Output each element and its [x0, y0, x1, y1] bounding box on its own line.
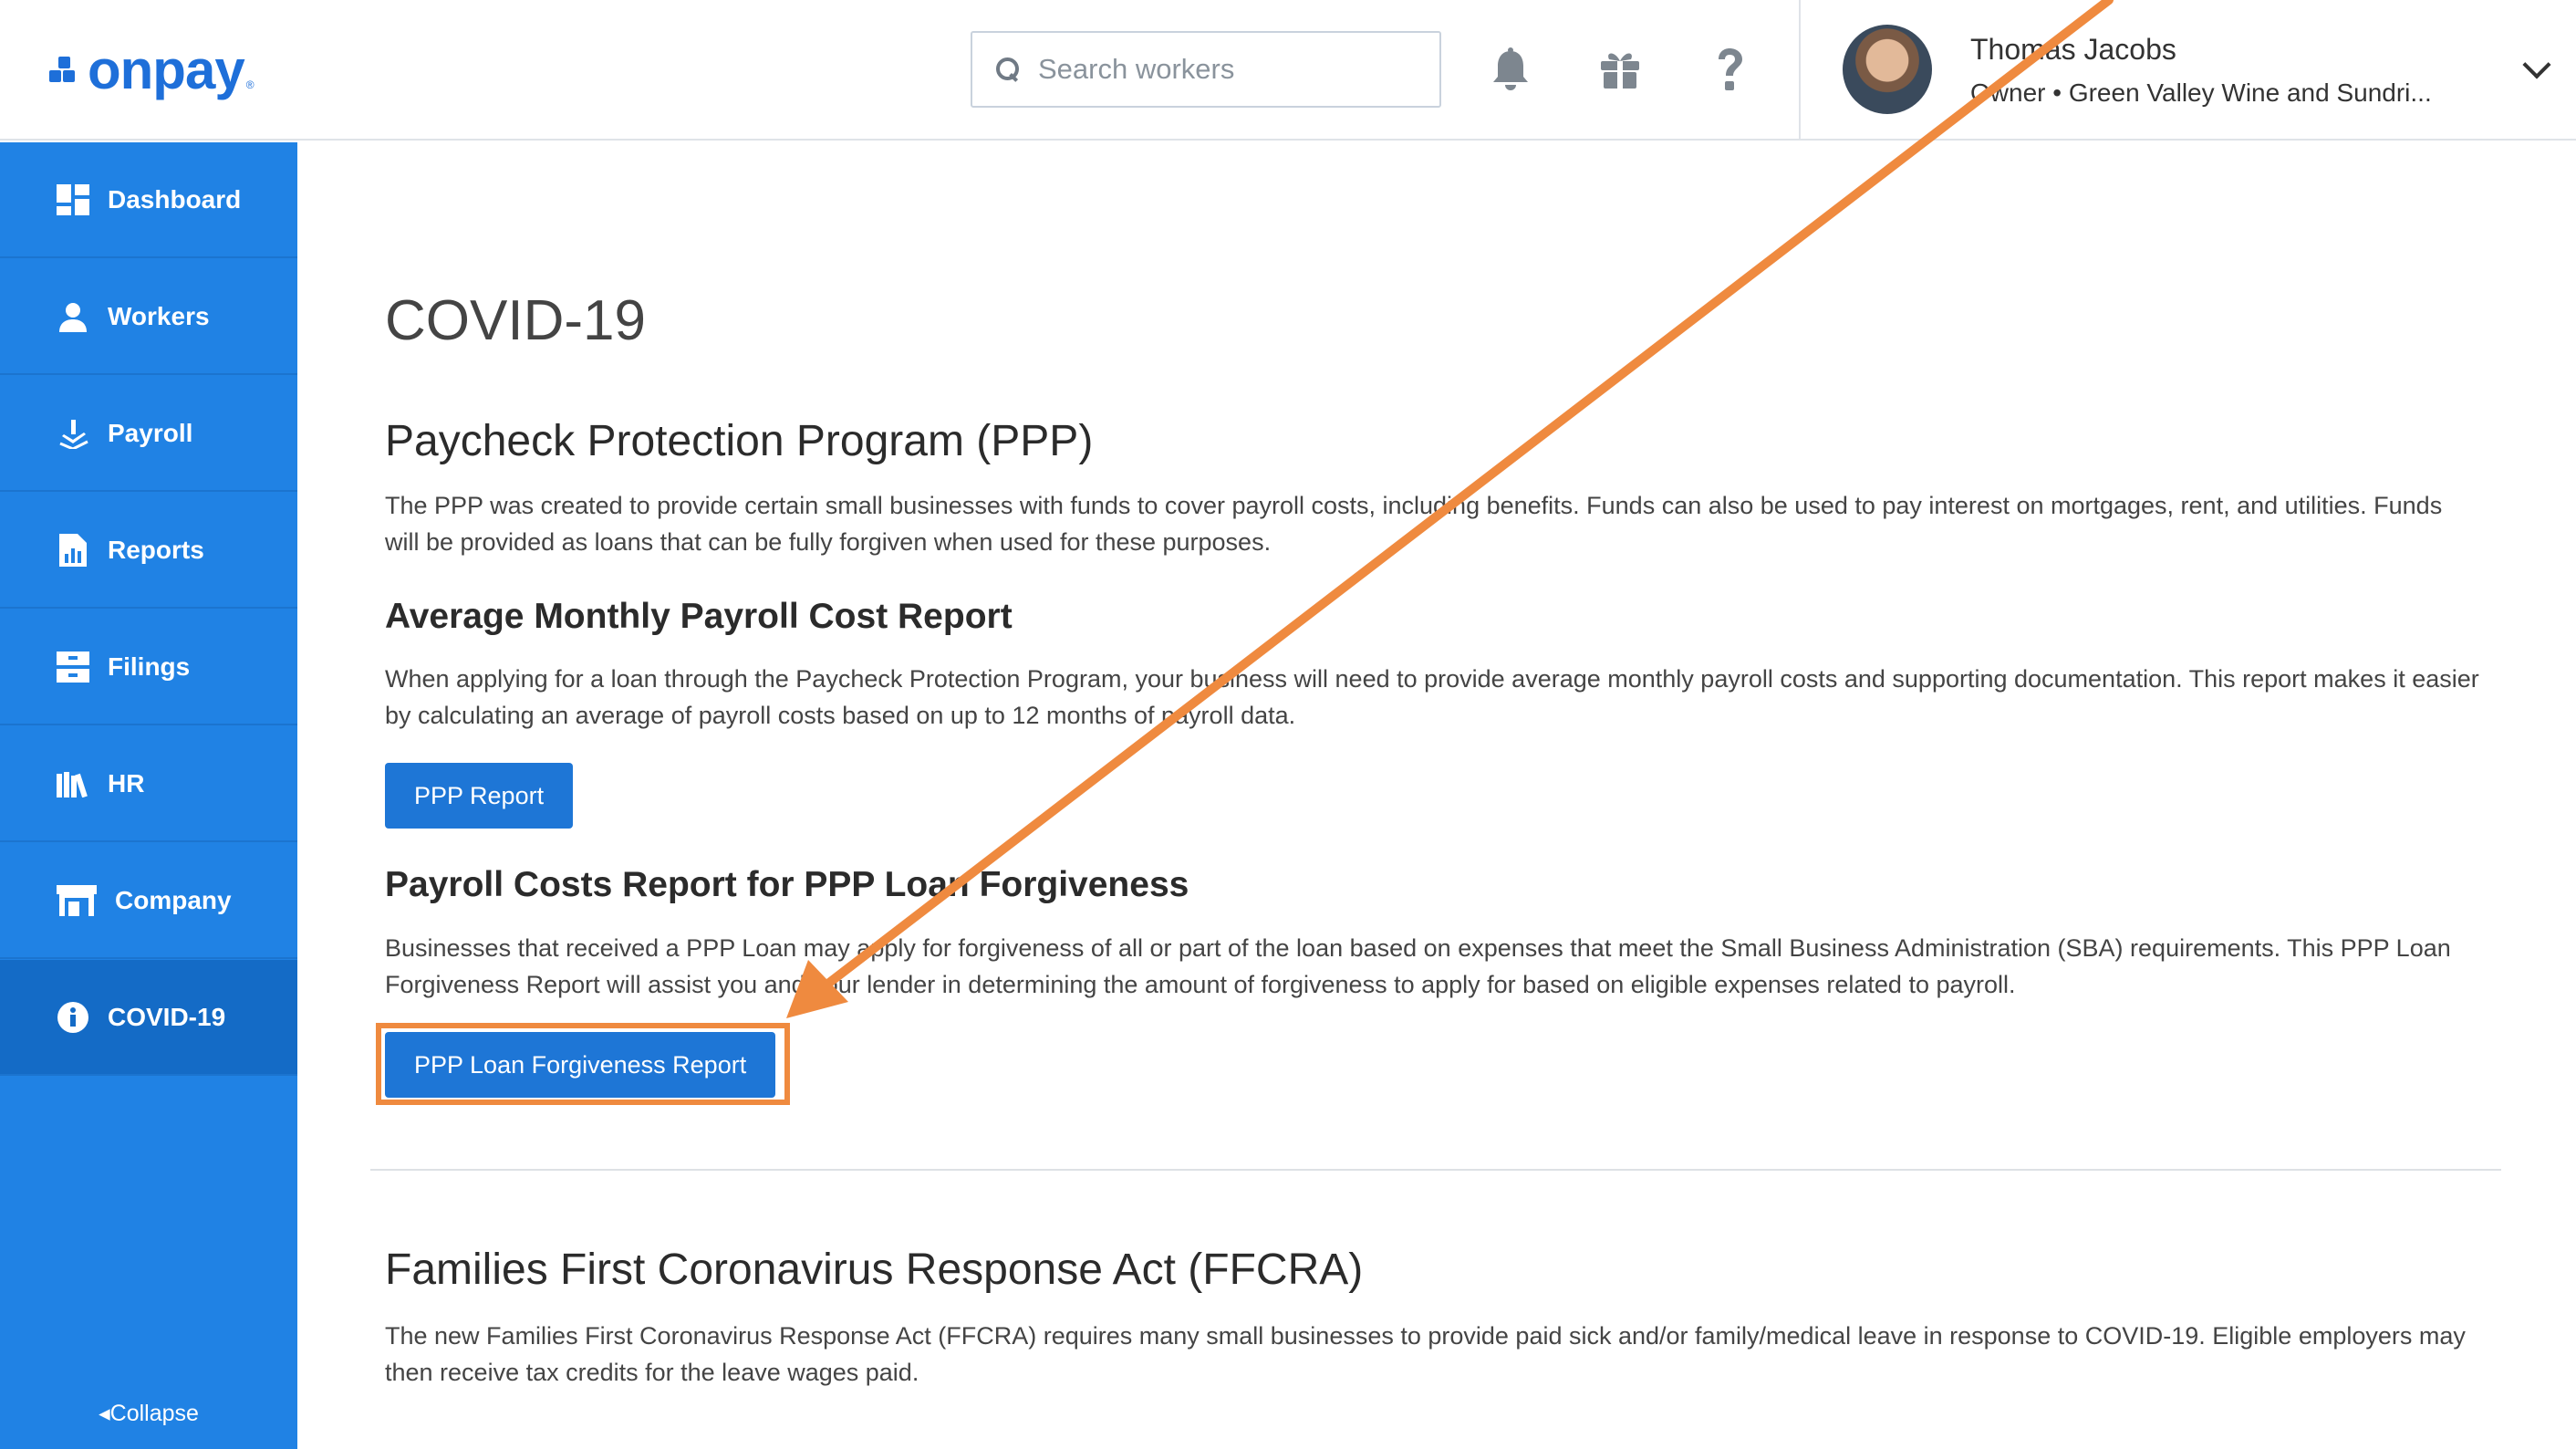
- onpay-logo[interactable]: onpay ®: [49, 36, 254, 102]
- search-box[interactable]: [971, 31, 1441, 108]
- ffcra-description: The new Families First Coronavirus Respo…: [385, 1322, 2466, 1386]
- sidebar-item-label: HR: [108, 768, 145, 797]
- section-divider: [370, 1169, 2501, 1171]
- sidebar-item-label: Workers: [108, 301, 210, 330]
- sidebar-item-label: Reports: [108, 535, 204, 564]
- sidebar-item-workers[interactable]: Workers: [0, 259, 297, 375]
- sidebar-item-hr[interactable]: HR: [0, 726, 297, 842]
- search-input[interactable]: [1038, 53, 1421, 86]
- annotation-highlight-box: [376, 1023, 790, 1105]
- logo-dots-icon: [49, 54, 80, 85]
- avatar: [1843, 25, 1932, 114]
- bell-icon[interactable]: [1481, 40, 1540, 99]
- forgiveness-heading: Payroll Costs Report for PPP Loan Forgiv…: [385, 865, 1189, 904]
- payroll-icon: [57, 417, 89, 450]
- chevron-down-icon[interactable]: [2522, 50, 2551, 79]
- company-icon: [57, 884, 97, 917]
- hr-icon: [57, 767, 89, 800]
- info-icon: [57, 1001, 89, 1034]
- sidebar-item-company[interactable]: Company: [0, 843, 297, 959]
- user-name: Thomas Jacobs: [1970, 33, 2176, 66]
- collapse-label: Collapse: [109, 1401, 199, 1426]
- logo-text: onpay: [88, 38, 245, 100]
- sidebar-item-filings[interactable]: Filings: [0, 610, 297, 725]
- chevron-left-icon: ◂: [99, 1401, 110, 1426]
- sidebar-item-covid-19[interactable]: COVID-19: [0, 960, 297, 1076]
- logo-registered-mark: ®: [245, 78, 254, 91]
- sidebar-item-label: Payroll: [108, 418, 193, 447]
- collapse-button[interactable]: ◂Collapse: [0, 1400, 297, 1427]
- help-icon[interactable]: [1700, 40, 1759, 99]
- sidebar: Dashboard Workers Payroll Reports Filing…: [0, 142, 297, 1449]
- ffcra-heading: Families First Coronavirus Response Act …: [385, 1246, 1364, 1294]
- sidebar-item-label: Dashboard: [108, 184, 242, 214]
- sidebar-item-label: COVID-19: [108, 1002, 226, 1031]
- workers-icon: [57, 300, 89, 333]
- reports-icon: [57, 533, 89, 567]
- filings-icon: [57, 651, 89, 683]
- sidebar-item-label: Company: [115, 885, 232, 914]
- page-title: COVID-19: [385, 289, 646, 352]
- ppp-report-button[interactable]: PPP Report: [385, 763, 574, 829]
- sidebar-item-label: Filings: [108, 652, 191, 681]
- user-menu[interactable]: Thomas Jacobs Owner • Green Valley Wine …: [1799, 0, 2576, 141]
- avg-report-description: When applying for a loan through the Pay…: [385, 665, 2479, 729]
- sidebar-item-dashboard[interactable]: Dashboard: [0, 142, 297, 258]
- dashboard-icon: [57, 183, 89, 216]
- gift-icon[interactable]: [1591, 40, 1649, 99]
- sidebar-item-reports[interactable]: Reports: [0, 493, 297, 609]
- ppp-description: The PPP was created to provide certain s…: [385, 492, 2443, 556]
- user-role: Owner • Green Valley Wine and Sundri...: [1970, 78, 2432, 107]
- sidebar-item-payroll[interactable]: Payroll: [0, 376, 297, 492]
- ppp-heading: Paycheck Protection Program (PPP): [385, 417, 1094, 465]
- avg-report-heading: Average Monthly Payroll Cost Report: [385, 597, 1013, 636]
- forgiveness-description: Businesses that received a PPP Loan may …: [385, 934, 2451, 998]
- top-header: onpay ® Thomas Jacobs Owner • Green Vall: [0, 0, 2576, 141]
- search-icon: [994, 56, 1022, 83]
